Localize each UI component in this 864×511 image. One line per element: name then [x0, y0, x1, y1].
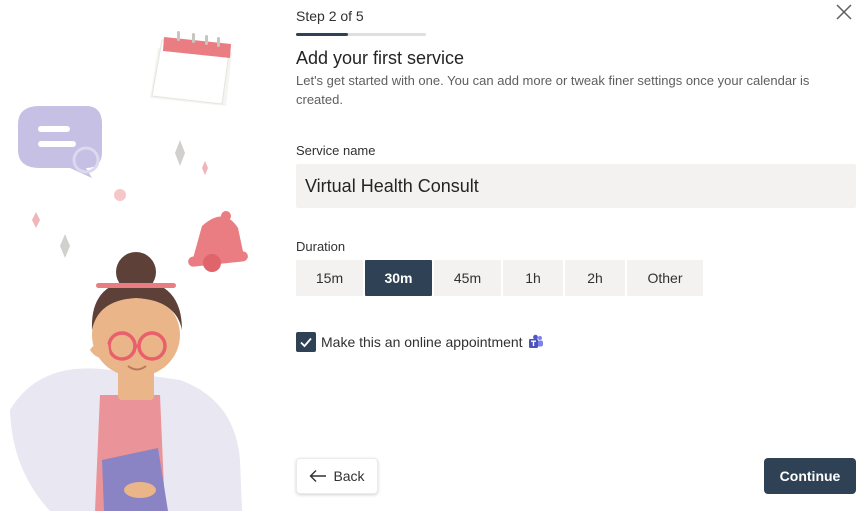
step-indicator: Step 2 of 5: [296, 8, 364, 24]
close-icon: [836, 4, 852, 20]
duration-options: 15m 30m 45m 1h 2h Other: [296, 260, 705, 296]
wizard-panel: Step 2 of 5 Add your first service Let's…: [296, 0, 864, 511]
duration-option-30m[interactable]: 30m: [365, 260, 432, 296]
doctor-figure: [10, 252, 242, 511]
page-title: Add your first service: [296, 48, 465, 68]
progress-bar: [296, 33, 426, 36]
back-button-label: Back: [333, 468, 365, 484]
calendar-illustration: [150, 31, 232, 106]
checkmark-icon: [300, 337, 312, 348]
arrow-left-icon: [309, 470, 327, 482]
duration-option-45m[interactable]: 45m: [434, 260, 501, 296]
progress-fill: [296, 33, 348, 36]
close-button[interactable]: [834, 2, 854, 22]
chat-bubble-illustration: [18, 106, 102, 178]
duration-option-1h[interactable]: 1h: [503, 260, 563, 296]
online-appointment-toggle[interactable]: Make this an online appointment: [296, 332, 544, 352]
online-appointment-checkbox[interactable]: [296, 332, 316, 352]
page-description: Let's get started with one. You can add …: [296, 73, 810, 107]
doctor-illustration: [10, 31, 248, 511]
online-appointment-label: Make this an online appointment: [321, 334, 523, 350]
continue-button[interactable]: Continue: [764, 458, 856, 494]
service-name-input[interactable]: [296, 164, 856, 208]
duration-label: Duration: [296, 239, 346, 254]
service-name-label: Service name: [296, 143, 376, 158]
teams-icon: [528, 334, 543, 348]
bell-illustration: [188, 211, 248, 272]
duration-option-2h[interactable]: 2h: [565, 260, 625, 296]
duration-option-other[interactable]: Other: [627, 260, 703, 296]
duration-option-15m[interactable]: 15m: [296, 260, 363, 296]
back-button[interactable]: Back: [296, 458, 378, 494]
